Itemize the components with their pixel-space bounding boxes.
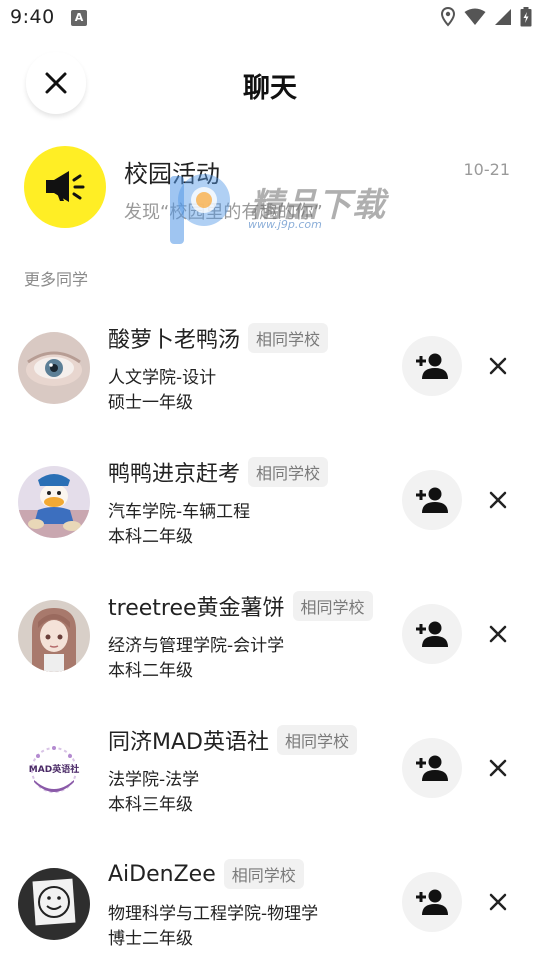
campus-activity-name: 校园活动	[124, 160, 220, 188]
person-name: treetree黄金薯饼	[108, 596, 285, 621]
person-name: 同济MAD英语社	[108, 730, 269, 755]
person-name-line: AiDenZee 相同学校	[108, 858, 304, 890]
wifi-icon	[464, 8, 486, 25]
same-school-tag: 相同学校	[276, 725, 357, 755]
person-school: 经济与管理学院-会计学	[108, 636, 285, 656]
same-school-tag: 相同学校	[292, 591, 373, 621]
add-user-icon	[416, 621, 448, 647]
person-name-line: 同济MAD英语社 相同学校	[108, 724, 357, 756]
add-user-icon	[416, 353, 448, 379]
person-name-line: 鸭鸭进京赶考 相同学校	[108, 456, 329, 488]
person-row[interactable]: treetree黄金薯饼 相同学校 经济与管理学院-会计学 本科二年级	[0, 590, 540, 700]
person-school: 汽车学院-车辆工程	[108, 502, 251, 522]
add-friend-button[interactable]	[402, 336, 462, 396]
same-school-tag: 相同学校	[248, 323, 329, 353]
dismiss-button[interactable]	[482, 752, 514, 784]
person-grade: 本科二年级	[108, 661, 193, 681]
person-row[interactable]: AiDenZee 相同学校 物理科学与工程学院-物理学 博士二年级	[0, 858, 540, 968]
status-bar: 9:40 A	[0, 0, 540, 36]
section-label-more-classmates: 更多同学	[24, 270, 89, 289]
person-grade: 本科二年级	[108, 527, 193, 547]
add-friend-button[interactable]	[402, 470, 462, 530]
person-name-line: 酸萝卜老鸭汤 相同学校	[108, 322, 329, 354]
person-row[interactable]: 鸭鸭进京赶考 相同学校 汽车学院-车辆工程 本科二年级	[0, 456, 540, 566]
mad-club-logo-text: MAD英语社	[28, 765, 80, 775]
notification-icon: A	[71, 10, 87, 26]
close-icon	[489, 491, 507, 509]
add-friend-button[interactable]	[402, 738, 462, 798]
battery-charging-icon	[520, 7, 532, 27]
header: 聊天	[0, 50, 540, 120]
close-icon	[489, 759, 507, 777]
add-user-icon	[416, 889, 448, 915]
close-icon	[489, 625, 507, 643]
megaphone-icon	[46, 171, 85, 202]
add-friend-button[interactable]	[402, 872, 462, 932]
person-school: 法学院-法学	[108, 770, 200, 790]
location-icon	[440, 7, 456, 27]
eye-photo-avatar[interactable]	[18, 332, 90, 404]
page-title: 聊天	[243, 73, 297, 104]
person-name: 鸭鸭进京赶考	[108, 462, 241, 487]
smiley-drawing-avatar[interactable]	[18, 868, 90, 940]
status-icons	[440, 7, 532, 27]
person-grade: 博士二年级	[108, 929, 193, 949]
duck-cartoon-avatar[interactable]	[18, 466, 90, 538]
dismiss-button[interactable]	[482, 484, 514, 516]
campus-activity-avatar	[24, 146, 106, 228]
person-school: 人文学院-设计	[108, 368, 217, 388]
dismiss-button[interactable]	[482, 886, 514, 918]
mad-club-logo-avatar[interactable]: MAD英语社	[18, 734, 90, 806]
person-name: 酸萝卜老鸭汤	[108, 328, 241, 353]
add-user-icon	[416, 755, 448, 781]
person-row[interactable]: 酸萝卜老鸭汤 相同学校 人文学院-设计 硕士一年级	[0, 322, 540, 432]
status-time: 9:40	[10, 6, 55, 28]
add-user-icon	[416, 487, 448, 513]
same-school-tag: 相同学校	[223, 859, 304, 889]
anime-girl-avatar[interactable]	[18, 600, 90, 672]
person-school: 物理科学与工程学院-物理学	[108, 904, 319, 924]
person-grade: 硕士一年级	[108, 393, 193, 413]
campus-activity-preview: 发现“校园里的有趣的你”	[124, 202, 323, 223]
campus-activity-date: 10-21	[463, 160, 511, 179]
same-school-tag: 相同学校	[248, 457, 329, 487]
signal-icon	[495, 9, 511, 25]
person-grade: 本科三年级	[108, 795, 193, 815]
person-row[interactable]: MAD英语社 同济MAD英语社 相同学校 法学院-法学 本科三年级	[0, 724, 540, 834]
dismiss-button[interactable]	[482, 350, 514, 382]
campus-activity-item[interactable]: 校园活动 发现“校园里的有趣的你” 10-21	[0, 146, 540, 230]
close-icon	[489, 357, 507, 375]
add-friend-button[interactable]	[402, 604, 462, 664]
person-name-line: treetree黄金薯饼 相同学校	[108, 590, 373, 622]
person-name: AiDenZee	[108, 861, 216, 887]
close-icon	[489, 893, 507, 911]
dismiss-button[interactable]	[482, 618, 514, 650]
